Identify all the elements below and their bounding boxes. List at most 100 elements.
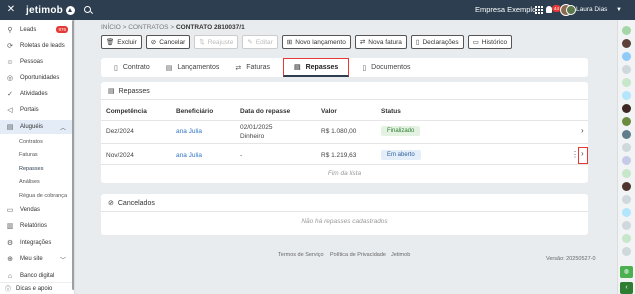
company-name[interactable]: Empresa Exemplo — [475, 0, 536, 20]
logo[interactable]: jetimob — [26, 5, 75, 16]
contact-avatar[interactable] — [622, 234, 631, 243]
contact-avatar[interactable] — [622, 91, 631, 100]
chevron-right-icon[interactable]: › — [581, 126, 584, 135]
sidebar-item-meu-site[interactable]: ⊕ Meu site ﹀ — [0, 252, 72, 266]
contact-avatar[interactable] — [622, 156, 631, 165]
opportunity-icon: ◎ — [6, 75, 14, 82]
contact-avatar[interactable] — [622, 52, 631, 61]
panel-title-text: Cancelados — [117, 199, 155, 207]
check-circle-icon: ✓ — [7, 91, 13, 98]
user-name[interactable]: Laura Dias — [576, 0, 607, 20]
rent-icon: ▤ — [6, 124, 14, 131]
sidebar-scrollbar[interactable] — [72, 20, 74, 290]
contact-avatar[interactable] — [622, 78, 631, 87]
history-button-label: Histórico — [481, 38, 508, 46]
integration-icon: ⚙ — [6, 240, 14, 247]
sidebar-item-label: Aluguéis — [20, 124, 44, 130]
tab-contract[interactable]: ▯ Contrato — [111, 58, 153, 77]
row-competence: Dez/2024 — [106, 128, 134, 135]
panel-title: ▤ Repasses — [108, 87, 150, 96]
contact-avatar[interactable] — [622, 143, 631, 152]
search-icon[interactable] — [83, 0, 93, 20]
contact-avatar[interactable] — [622, 117, 631, 126]
footer-terms-link[interactable]: Termos de Serviço — [278, 252, 324, 258]
cancelled-panel: ⊘ Cancelados Não há repasses cadastrados — [101, 194, 588, 235]
apps-grid-icon[interactable] — [535, 6, 543, 14]
sidebar-footer-help[interactable]: ⓘ Dicas e apoio — [0, 282, 72, 294]
collapse-arrow-icon[interactable]: ‹ — [620, 282, 633, 294]
tab-documents[interactable]: ▯ Documentos — [359, 58, 413, 77]
sidebar-item-label: Banco digital — [20, 273, 55, 279]
sidebar-item-atividades[interactable]: ✓ Atividades — [0, 87, 72, 101]
tab-entries[interactable]: ▤ Lançamentos — [163, 58, 223, 77]
breadcrumb-home[interactable]: INÍCIO — [101, 24, 121, 31]
end-of-list-text: Fim da lista — [327, 170, 362, 177]
footer-privacy-link[interactable]: Política de Privacidade — [330, 252, 386, 258]
sidebar-item-pessoas[interactable]: ☺ Pessoas — [0, 55, 72, 69]
divider — [101, 143, 588, 144]
tab-invoices[interactable]: ⇄ Faturas — [232, 58, 273, 77]
cancel-button[interactable]: ⊘ Cancelar — [145, 35, 191, 49]
tab-label: Faturas — [246, 64, 270, 71]
new-invoice-button[interactable]: ⇄ Nova fatura — [354, 35, 407, 49]
contact-avatar[interactable] — [622, 26, 631, 35]
right-contacts-bar: ◍ ‹ — [617, 20, 635, 294]
sidebar-item-portais[interactable]: ◁ Portais — [0, 103, 72, 117]
avatar-secondary[interactable] — [566, 5, 576, 15]
new-entry-button-label: Novo lançamento — [295, 38, 346, 46]
row-date: - — [240, 152, 243, 159]
contact-avatar[interactable] — [622, 195, 631, 204]
delete-button[interactable]: 🗑 Excluir — [101, 35, 142, 49]
contact-avatar[interactable] — [622, 221, 631, 230]
sidebar-subitem-analises[interactable]: Análises — [19, 177, 40, 187]
chevron-down-icon: ﹀ — [59, 257, 66, 264]
readjust-button[interactable]: ⇅ Reajuste — [194, 35, 239, 49]
column-header-status: Status — [381, 108, 401, 115]
declarations-button-label: Declarações — [422, 38, 459, 46]
footer-brand-link[interactable]: Jetimob — [391, 252, 410, 258]
sidebar-item-alugueis[interactable]: ▤ Aluguéis ︿ — [0, 120, 72, 134]
sidebar-item-leads[interactable]: ⚲ Leads 976 — [0, 23, 72, 37]
trash-icon: 🗑 — [106, 39, 115, 46]
sidebar-subitem-regua[interactable]: Régua de cobrança — [19, 191, 67, 201]
close-icon[interactable]: ✕ — [4, 0, 18, 20]
sales-icon: ▭ — [6, 207, 14, 214]
row-date: 02/01/2025 — [240, 124, 273, 131]
breadcrumb-contracts[interactable]: CONTRATOS — [128, 24, 168, 31]
row-beneficiary-link[interactable]: ana Julia — [176, 152, 202, 159]
add-entry-icon: ⊞ — [286, 39, 293, 46]
whatsapp-icon[interactable]: ◍ — [620, 266, 633, 278]
sidebar-item-vendas[interactable]: ▭ Vendas — [0, 203, 72, 217]
row-beneficiary-link[interactable]: ana Julia — [176, 128, 202, 135]
sidebar-item-label: Oportunidades — [20, 75, 60, 81]
contact-avatar[interactable] — [622, 39, 631, 48]
tab-label: Contrato — [122, 64, 150, 71]
sidebar-subitem-repasses[interactable]: Repasses — [19, 164, 43, 174]
sidebar-item-banco-digital[interactable]: ⌂ Banco digital — [0, 269, 72, 283]
tab-transfers[interactable]: ▤ Repasses — [282, 58, 350, 77]
contact-avatar[interactable] — [622, 169, 631, 178]
declarations-button[interactable]: ▯ Declarações — [410, 35, 464, 49]
sidebar-item-integracoes[interactable]: ⚙ Integrações — [0, 236, 72, 250]
sidebar-item-roletas[interactable]: ⟳ Roletas de leads — [0, 39, 72, 53]
contact-avatar[interactable] — [622, 104, 631, 113]
contact-avatar[interactable] — [622, 65, 631, 74]
sidebar-item-label: Roletas de leads — [20, 43, 65, 49]
sidebar-footer-label: Dicas e apoio — [16, 285, 53, 292]
contact-avatar[interactable] — [622, 247, 631, 256]
contact-avatar[interactable] — [622, 208, 631, 217]
breadcrumb: INÍCIO > CONTRATOS > CONTRATO 2810037/1 — [101, 24, 245, 31]
sidebar-subitem-faturas[interactable]: Faturas — [19, 150, 38, 160]
chevron-down-icon[interactable]: ▼ — [616, 0, 622, 20]
contact-avatar[interactable] — [622, 130, 631, 139]
highlight-box — [578, 147, 588, 164]
sidebar-subitem-contratos[interactable]: Contratos — [19, 137, 43, 147]
contact-avatar[interactable] — [622, 182, 631, 191]
sidebar-item-relatorios[interactable]: ▥ Relatórios — [0, 219, 72, 233]
sidebar-item-label: Atividades — [20, 91, 48, 97]
new-entry-button[interactable]: ⊞ Novo lançamento — [281, 35, 351, 49]
edit-button[interactable]: ✎ Editar — [242, 35, 278, 49]
transfer-icon: ▤ — [108, 88, 115, 95]
history-button[interactable]: ▭ Histórico — [467, 35, 513, 49]
sidebar-item-oportunidades[interactable]: ◎ Oportunidades — [0, 71, 72, 85]
